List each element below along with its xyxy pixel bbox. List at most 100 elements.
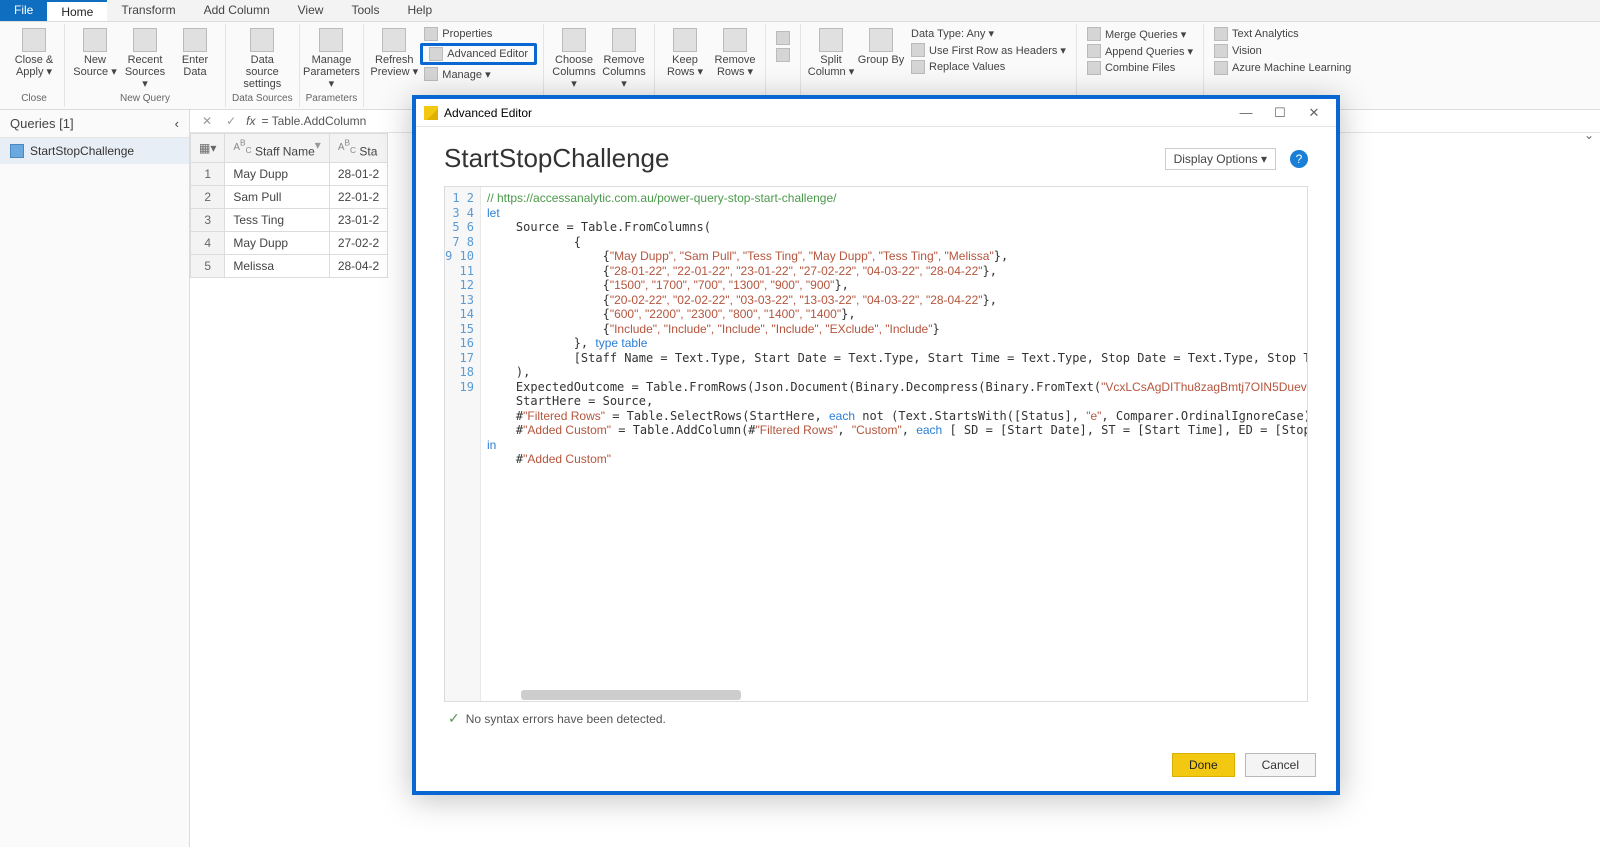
table-row[interactable]: 3Tess Ting23-01-2 bbox=[191, 209, 388, 232]
collapse-queries-icon[interactable]: ‹ bbox=[175, 116, 179, 131]
table-row[interactable]: 5Melissa28-04-2 bbox=[191, 255, 388, 278]
datatype-button[interactable]: Data Type: Any ▾ bbox=[907, 26, 1070, 41]
merge-label: Merge Queries ▾ bbox=[1105, 28, 1186, 41]
vision-label: Vision bbox=[1232, 45, 1262, 57]
recent-sources-label: Recent Sources ▾ bbox=[121, 54, 169, 90]
menu-bar: File Home Transform Add Column View Tool… bbox=[0, 0, 1600, 22]
refresh-preview-button[interactable]: Refresh Preview ▾ bbox=[370, 24, 418, 93]
adv-editor-label: Advanced Editor bbox=[447, 48, 528, 60]
datasource-settings-button[interactable]: Data source settings bbox=[238, 24, 286, 93]
append-queries-button[interactable]: Append Queries ▾ bbox=[1083, 43, 1197, 59]
first-row-headers-button[interactable]: Use First Row as Headers ▾ bbox=[907, 42, 1070, 58]
advanced-editor-dialog: Advanced Editor — ☐ ✕ StartStopChallenge… bbox=[412, 95, 1340, 795]
code-editor[interactable]: 1 2 3 4 5 6 7 8 9 10 11 12 13 14 15 16 1… bbox=[444, 186, 1308, 702]
tab-transform[interactable]: Transform bbox=[107, 0, 189, 21]
text-analytics-button[interactable]: Text Analytics bbox=[1210, 26, 1355, 42]
split-column-button[interactable]: Split Column ▾ bbox=[807, 24, 855, 93]
aml-button[interactable]: Azure Machine Learning bbox=[1210, 60, 1355, 76]
advanced-editor-button[interactable]: Advanced Editor bbox=[420, 43, 537, 65]
column-header-staff-name[interactable]: ABC Staff Name ▾ bbox=[225, 134, 329, 163]
new-source-button[interactable]: New Source ▾ bbox=[71, 24, 119, 93]
refresh-label: Refresh Preview ▾ bbox=[370, 54, 418, 78]
dialog-footer: Done Cancel bbox=[416, 743, 1336, 791]
group-by-button[interactable]: Group By bbox=[857, 24, 905, 93]
textan-label: Text Analytics bbox=[1232, 28, 1299, 40]
datatype-label: Data Type: Any ▾ bbox=[911, 27, 994, 40]
horizontal-scrollbar[interactable] bbox=[481, 689, 741, 701]
manage-parameters-button[interactable]: Manage Parameters ▾ bbox=[307, 24, 355, 93]
done-button[interactable]: Done bbox=[1172, 753, 1235, 777]
expand-settings-icon[interactable]: ⌄ bbox=[1584, 128, 1594, 142]
manage-button[interactable]: Manage ▾ bbox=[420, 66, 537, 82]
column-header-2[interactable]: ABC Sta bbox=[329, 134, 387, 163]
firstrow-label: Use First Row as Headers ▾ bbox=[929, 44, 1066, 57]
close-apply-label: Close & Apply ▾ bbox=[10, 54, 58, 78]
display-options-dropdown[interactable]: Display Options ▾ bbox=[1165, 148, 1276, 170]
remove-cols-label: Remove Columns ▾ bbox=[600, 54, 648, 90]
group-by-label: Group By bbox=[858, 54, 904, 66]
keep-rows-label: Keep Rows ▾ bbox=[661, 54, 709, 78]
new-source-label: New Source ▾ bbox=[71, 54, 119, 78]
tab-file[interactable]: File bbox=[0, 0, 47, 21]
remove-rows-label: Remove Rows ▾ bbox=[711, 54, 759, 78]
close-dialog-button[interactable]: ✕ bbox=[1300, 105, 1328, 121]
append-label: Append Queries ▾ bbox=[1105, 45, 1193, 58]
cancel-formula-icon[interactable]: ✕ bbox=[198, 114, 216, 128]
queries-header-label: Queries [1] bbox=[10, 116, 74, 131]
col1-label: Staff Name bbox=[255, 144, 315, 158]
manage-label: Manage ▾ bbox=[442, 68, 490, 81]
accept-formula-icon[interactable]: ✓ bbox=[222, 114, 240, 128]
maximize-button[interactable]: ☐ bbox=[1266, 105, 1294, 121]
status-text: No syntax errors have been detected. bbox=[466, 712, 666, 726]
table-icon bbox=[10, 144, 24, 158]
keep-rows-button[interactable]: Keep Rows ▾ bbox=[661, 24, 709, 93]
remove-columns-button[interactable]: Remove Columns ▾ bbox=[600, 24, 648, 93]
choose-columns-button[interactable]: Choose Columns ▾ bbox=[550, 24, 598, 93]
aml-label: Azure Machine Learning bbox=[1232, 62, 1351, 74]
tab-tools[interactable]: Tools bbox=[337, 0, 393, 21]
help-icon[interactable]: ? bbox=[1290, 150, 1308, 168]
code-content[interactable]: // https://accessanalytic.com.au/power-q… bbox=[481, 187, 1307, 701]
replace-values-button[interactable]: Replace Values bbox=[907, 59, 1070, 75]
tab-home[interactable]: Home bbox=[47, 0, 107, 21]
table-row[interactable]: 4May Dupp27-02-2 bbox=[191, 232, 388, 255]
dialog-heading: StartStopChallenge bbox=[444, 143, 669, 174]
properties-label: Properties bbox=[442, 28, 492, 40]
manage-params-label: Manage Parameters ▾ bbox=[303, 54, 360, 90]
group-newquery-label: New Query bbox=[120, 93, 170, 107]
combine-label: Combine Files bbox=[1105, 62, 1175, 74]
choose-cols-label: Choose Columns ▾ bbox=[550, 54, 598, 90]
sort-asc-button[interactable] bbox=[772, 30, 794, 46]
properties-button[interactable]: Properties bbox=[420, 26, 537, 42]
table-row[interactable]: 1May Dupp28-01-2 bbox=[191, 163, 388, 186]
group-parameters-label: Parameters bbox=[306, 93, 358, 107]
group-close-label: Close bbox=[21, 93, 47, 107]
minimize-button[interactable]: — bbox=[1232, 105, 1260, 120]
close-apply-button[interactable]: Close & Apply ▾ bbox=[10, 24, 58, 93]
dialog-body: StartStopChallenge Display Options ▾ ? 1… bbox=[416, 127, 1336, 743]
remove-rows-button[interactable]: Remove Rows ▾ bbox=[711, 24, 759, 93]
table-row[interactable]: 2Sam Pull22-01-2 bbox=[191, 186, 388, 209]
sort-desc-button[interactable] bbox=[772, 47, 794, 63]
query-item-label: StartStopChallenge bbox=[30, 144, 134, 158]
group-datasources-label: Data Sources bbox=[232, 93, 293, 107]
fx-icon[interactable]: fx bbox=[246, 114, 255, 128]
ds-settings-label: Data source settings bbox=[238, 54, 286, 90]
merge-queries-button[interactable]: Merge Queries ▾ bbox=[1083, 26, 1197, 42]
tab-help[interactable]: Help bbox=[393, 0, 446, 21]
split-col-label: Split Column ▾ bbox=[807, 54, 855, 78]
checkmark-icon: ✓ bbox=[448, 710, 460, 727]
cancel-button[interactable]: Cancel bbox=[1245, 753, 1316, 777]
enter-data-button[interactable]: Enter Data bbox=[171, 24, 219, 93]
tab-view[interactable]: View bbox=[284, 0, 338, 21]
combine-files-button[interactable]: Combine Files bbox=[1083, 60, 1197, 76]
vision-button[interactable]: Vision bbox=[1210, 43, 1355, 59]
tab-add-column[interactable]: Add Column bbox=[190, 0, 284, 21]
syntax-status: ✓ No syntax errors have been detected. bbox=[444, 702, 1308, 735]
recent-sources-button[interactable]: Recent Sources ▾ bbox=[121, 24, 169, 93]
col2-label: Sta bbox=[359, 144, 377, 158]
table-corner[interactable]: ▦▾ bbox=[191, 134, 225, 163]
query-item[interactable]: StartStopChallenge bbox=[0, 138, 189, 164]
scrollbar-thumb[interactable] bbox=[521, 690, 741, 700]
line-gutter: 1 2 3 4 5 6 7 8 9 10 11 12 13 14 15 16 1… bbox=[445, 187, 481, 701]
